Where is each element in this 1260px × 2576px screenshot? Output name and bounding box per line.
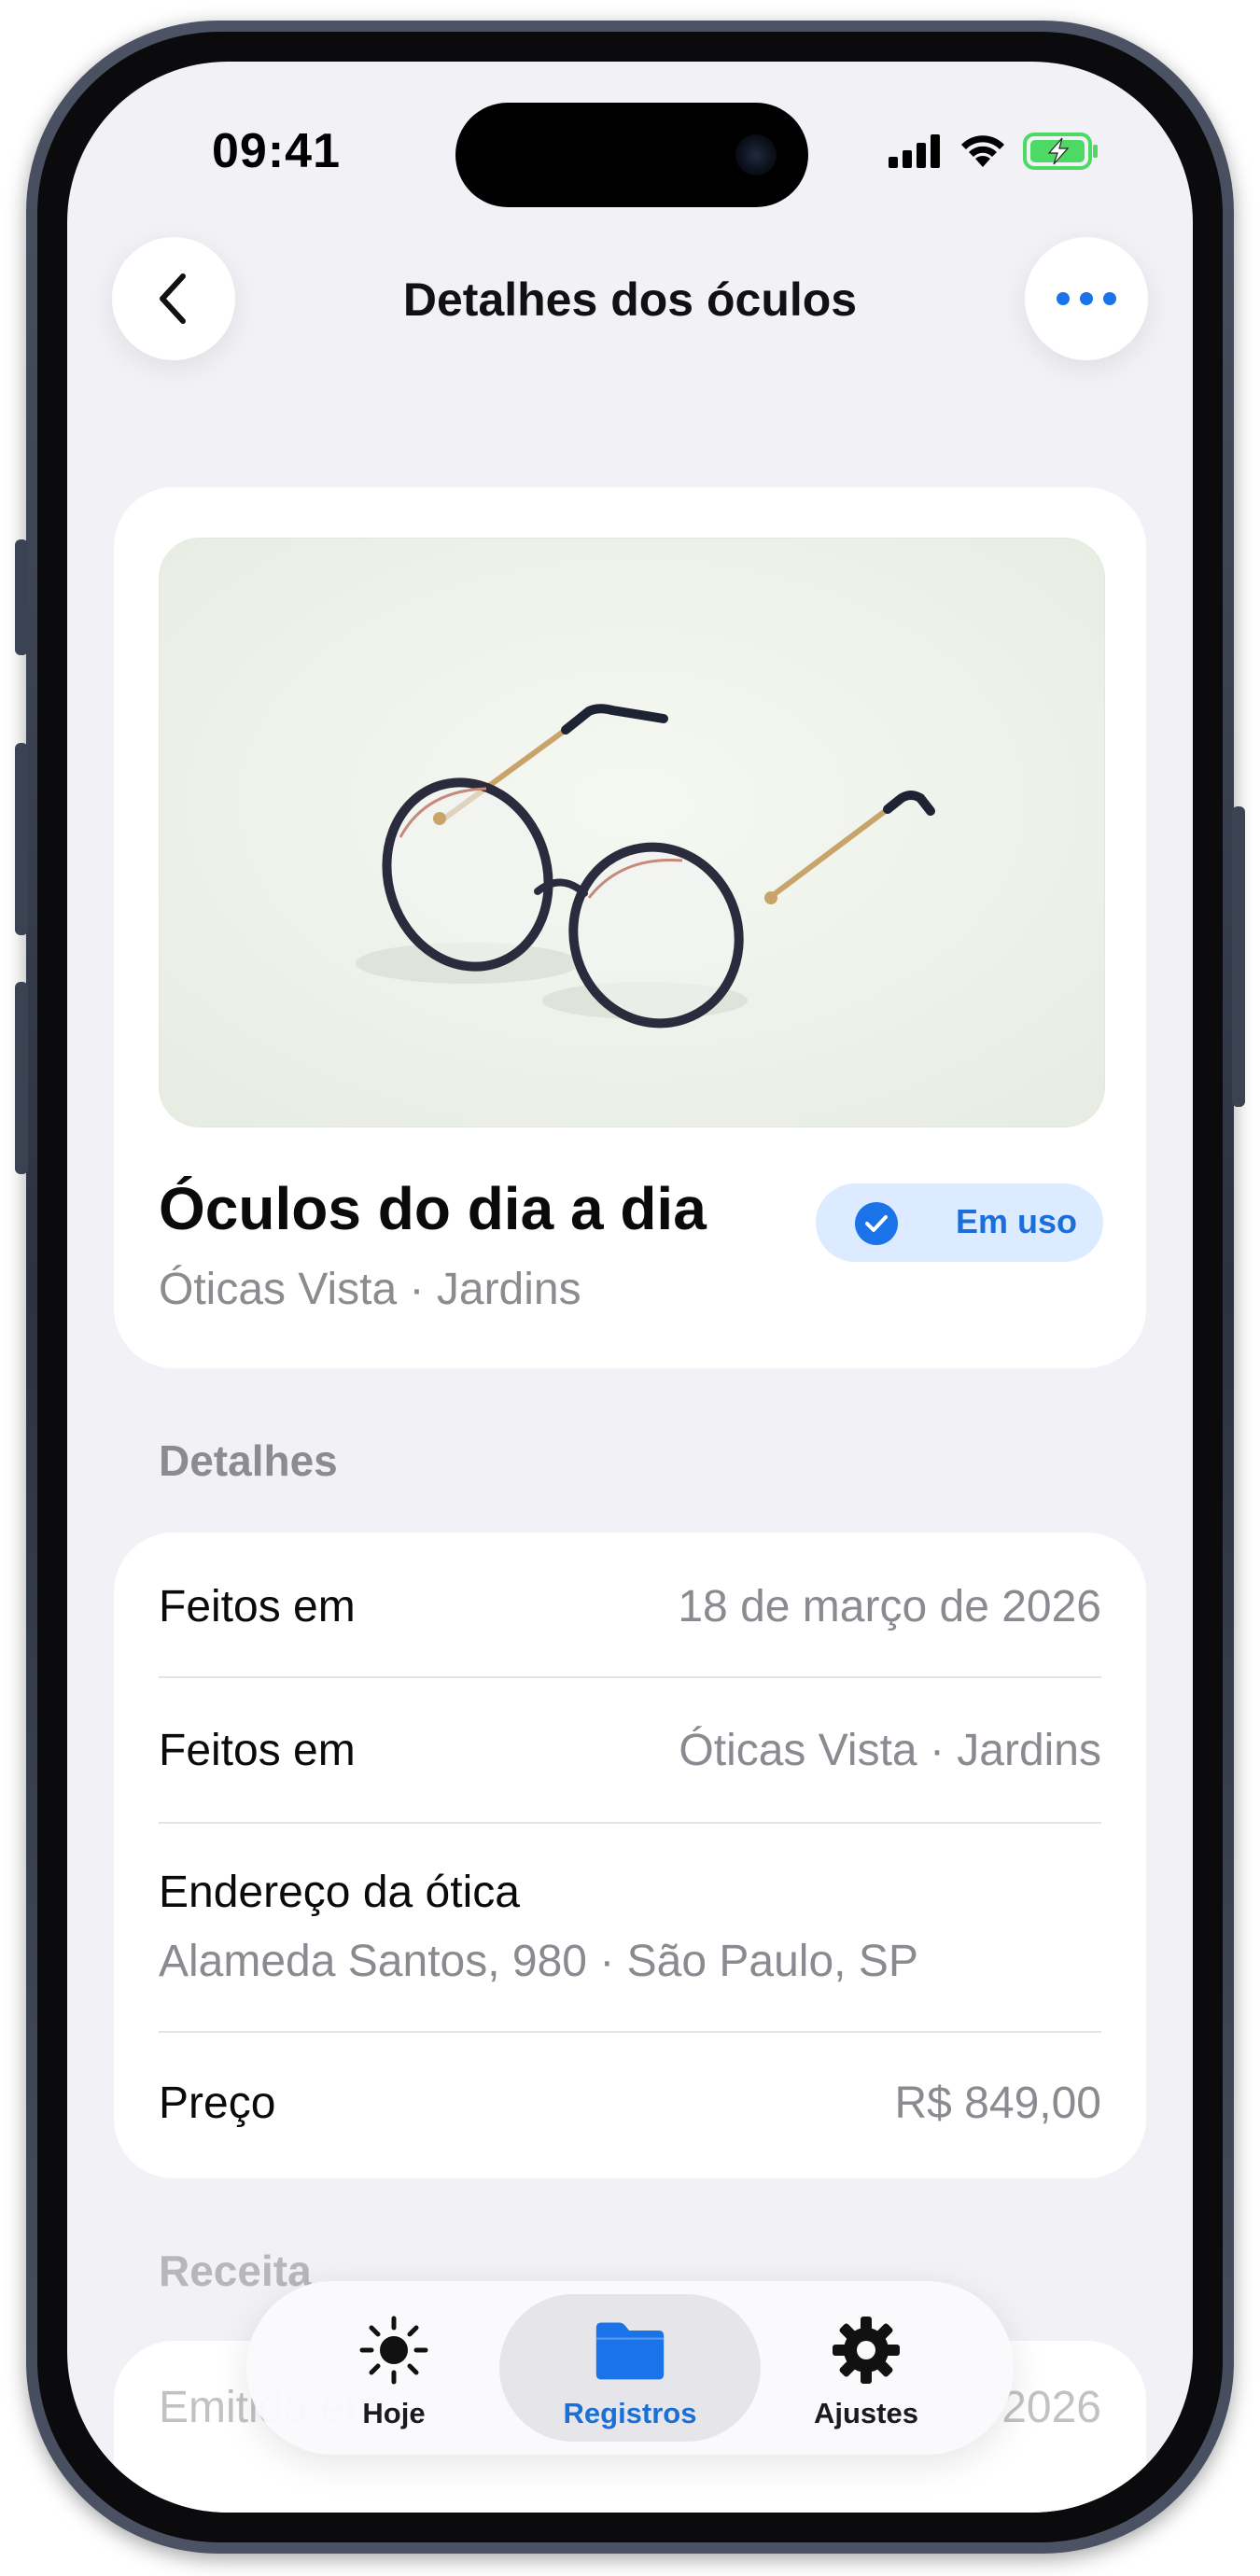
detail-row-value: 18 de março de 2026 bbox=[678, 1582, 1101, 1631]
checkmark-circle-icon bbox=[855, 1202, 898, 1245]
detail-row-label: Endereço da ótica bbox=[159, 1868, 520, 1917]
detail-row-value: Óticas Vista · Jardins bbox=[679, 1726, 1101, 1775]
tab-label: Registros bbox=[563, 2397, 697, 2429]
ellipsis-icon bbox=[1057, 292, 1116, 305]
status-icons bbox=[889, 131, 1099, 172]
detail-row-store[interactable]: Feitos em Óticas Vista · Jardins bbox=[159, 1725, 1101, 1781]
battery-charging-icon bbox=[1023, 133, 1098, 170]
detail-row-value: Alameda Santos, 980 · São Paulo, SP bbox=[159, 1937, 918, 1986]
power-button bbox=[1232, 806, 1245, 1107]
detail-row-label: Feitos em bbox=[159, 1582, 356, 1631]
wifi-icon bbox=[961, 135, 1004, 167]
gear-icon bbox=[829, 2313, 903, 2387]
eyeglasses-illustration bbox=[160, 539, 1104, 1127]
tab-label: Hoje bbox=[362, 2397, 426, 2429]
action-button bbox=[15, 539, 28, 655]
status-badge-label: Em uso bbox=[956, 1202, 1078, 1240]
glasses-store: Óticas Vista · Jardins bbox=[159, 1265, 581, 1314]
row-divider bbox=[159, 2031, 1101, 2033]
tab-ajustes[interactable]: Ajustes bbox=[735, 2294, 997, 2442]
glasses-summary-card: Óculos do dia a dia Óticas Vista · Jardi… bbox=[114, 487, 1146, 1368]
detail-row-date[interactable]: Feitos em 18 de março de 2026 bbox=[159, 1581, 1101, 1637]
tab-registros[interactable]: Registros bbox=[499, 2294, 761, 2442]
row-divider bbox=[159, 1822, 1101, 1824]
receita-section-header: Receita bbox=[159, 2247, 312, 2295]
volume-up-button bbox=[15, 743, 28, 935]
volume-down-button bbox=[15, 982, 28, 1174]
tab-hoje[interactable]: Hoje bbox=[263, 2294, 525, 2442]
sun-icon bbox=[357, 2313, 431, 2387]
status-bar: 09:41 bbox=[67, 62, 1193, 207]
screen: 09:41 Detalhes dos óculos Óculos do dia … bbox=[67, 62, 1193, 2513]
detail-row-value: 2026 bbox=[1001, 2383, 1101, 2432]
tab-label: Ajustes bbox=[814, 2397, 918, 2429]
signal-bars-icon bbox=[889, 134, 940, 168]
details-section-header: Detalhes bbox=[159, 1436, 338, 1485]
detail-row-label: Feitos em bbox=[159, 1726, 356, 1775]
details-card: Feitos em 18 de março de 2026 Feitos em … bbox=[114, 1533, 1146, 2178]
glasses-title: Óculos do dia a dia bbox=[159, 1175, 707, 1242]
detail-row-address[interactable]: Endereço da ótica Alameda Santos, 980 · … bbox=[159, 1867, 1101, 1997]
navigation-bar: Detalhes dos óculos bbox=[67, 237, 1193, 364]
detail-row-label: Preço bbox=[159, 2079, 276, 2128]
status-badge: Em uso bbox=[816, 1183, 1103, 1262]
detail-row-value: R$ 849,00 bbox=[894, 2079, 1101, 2128]
dynamic-island bbox=[455, 103, 808, 207]
folder-icon bbox=[593, 2313, 667, 2387]
detail-row-price[interactable]: Preço R$ 849,00 bbox=[159, 2078, 1101, 2134]
tab-bar: Hoje Registros Ajustes bbox=[246, 2281, 1014, 2455]
status-time: 09:41 bbox=[212, 124, 341, 178]
camera-icon bbox=[735, 134, 777, 175]
row-divider bbox=[159, 1676, 1101, 1678]
eyeglasses-photo[interactable] bbox=[159, 538, 1105, 1127]
more-options-button[interactable] bbox=[1025, 237, 1148, 360]
